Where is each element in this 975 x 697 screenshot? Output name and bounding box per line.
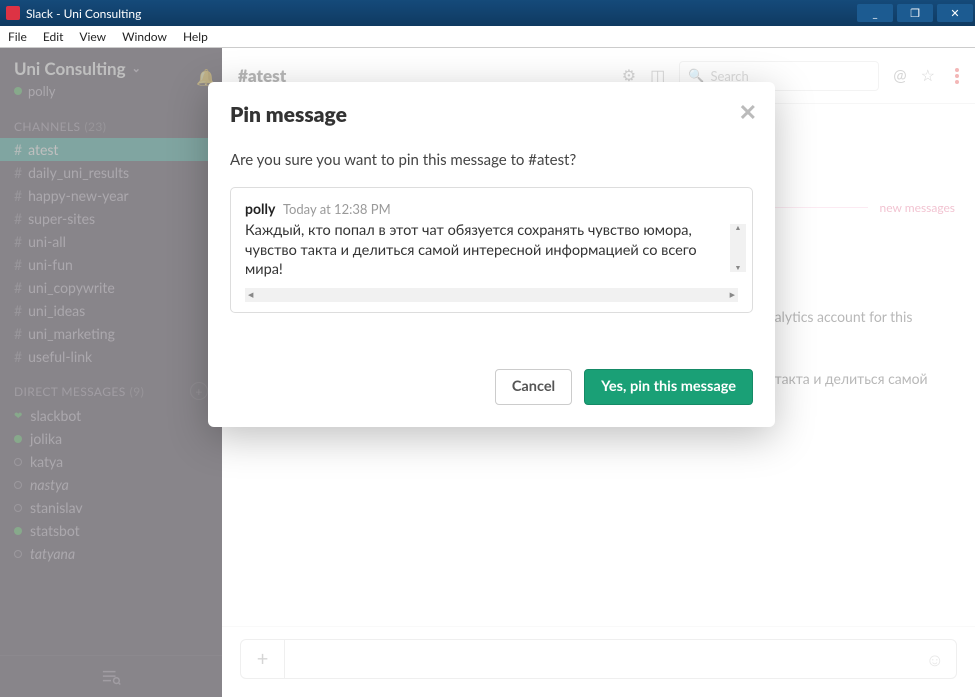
preview-text: Каждый, кто попал в этот чат обязуется с…: [245, 221, 725, 280]
window-minimize-button[interactable]: _: [857, 4, 893, 22]
modal-message-preview: polly Today at 12:38 PM Каждый, кто попа…: [230, 187, 753, 313]
modal-close-button[interactable]: ✕: [739, 98, 757, 126]
confirm-pin-button[interactable]: Yes, pin this message: [584, 369, 753, 405]
preview-horizontal-scrollbar[interactable]: ◀▶: [245, 288, 738, 302]
window-maximize-button[interactable]: ❐: [897, 4, 933, 22]
window-titlebar: Slack - Uni Consulting _ ❐ ✕: [0, 0, 975, 26]
modal-title: Pin message: [230, 102, 753, 127]
menu-bar: File Edit View Window Help: [0, 26, 975, 48]
menu-help[interactable]: Help: [175, 29, 216, 44]
preview-time: Today at 12:38 PM: [283, 201, 391, 217]
menu-window[interactable]: Window: [114, 29, 175, 44]
modal-question: Are you sure you want to pin this messag…: [230, 151, 753, 169]
window-close-button[interactable]: ✕: [937, 4, 973, 22]
cancel-button[interactable]: Cancel: [495, 369, 572, 405]
menu-view[interactable]: View: [71, 29, 114, 44]
sidebar-dim: [0, 48, 222, 697]
pin-message-modal: Pin message ✕ Are you sure you want to p…: [208, 82, 775, 427]
preview-vertical-scrollbar[interactable]: ▲▼: [730, 224, 746, 272]
app-icon: [6, 6, 20, 20]
menu-edit[interactable]: Edit: [35, 29, 72, 44]
window-title: Slack - Uni Consulting: [26, 6, 141, 21]
menu-file[interactable]: File: [0, 29, 35, 44]
preview-user: polly: [245, 200, 275, 217]
